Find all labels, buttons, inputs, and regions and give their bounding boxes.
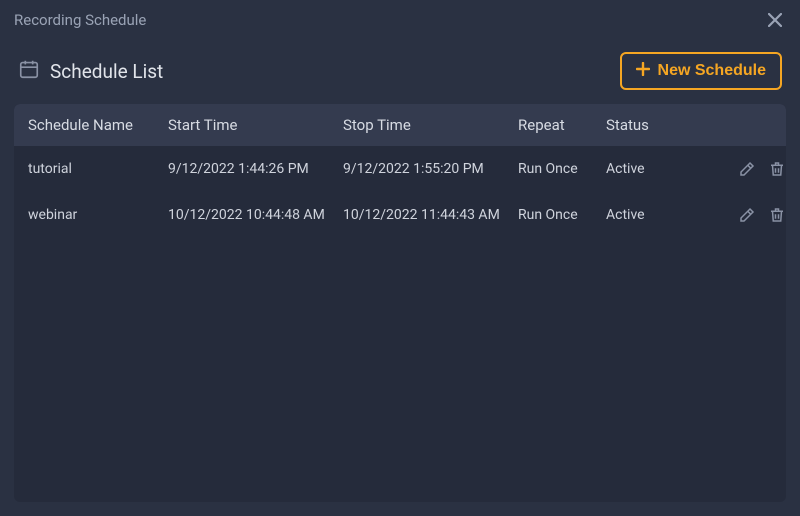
toolbar: Schedule List New Schedule — [14, 46, 786, 104]
section-title: Schedule List — [50, 60, 163, 83]
cell-stop: 9/12/2022 1:55:20 PM — [343, 161, 518, 177]
schedule-table: Schedule Name Start Time Stop Time Repea… — [14, 104, 786, 502]
toolbar-left: Schedule List — [18, 58, 163, 84]
window-title: Recording Schedule — [14, 11, 146, 29]
plus-icon — [636, 62, 650, 80]
trash-icon — [768, 160, 786, 178]
new-schedule-label: New Schedule — [658, 62, 766, 80]
col-header-actions — [686, 116, 786, 134]
cell-repeat: Run Once — [518, 161, 606, 177]
cell-status: Active — [606, 207, 686, 223]
cell-name: tutorial — [28, 161, 168, 177]
table-row: webinar 10/12/2022 10:44:48 AM 10/12/202… — [14, 192, 786, 238]
cell-actions — [686, 160, 786, 178]
edit-button[interactable] — [738, 206, 756, 224]
cell-stop: 10/12/2022 11:44:43 AM — [343, 207, 518, 223]
cell-start: 10/12/2022 10:44:48 AM — [168, 207, 343, 223]
edit-icon — [738, 160, 756, 178]
close-icon — [768, 13, 782, 27]
close-button[interactable] — [764, 8, 786, 32]
trash-icon — [768, 206, 786, 224]
new-schedule-button[interactable]: New Schedule — [620, 52, 782, 90]
table-row: tutorial 9/12/2022 1:44:26 PM 9/12/2022 … — [14, 146, 786, 192]
col-header-name: Schedule Name — [28, 116, 168, 134]
delete-button[interactable] — [768, 206, 786, 224]
content-area: Schedule List New Schedule Schedule Name… — [0, 42, 800, 516]
cell-actions — [686, 206, 786, 224]
cell-repeat: Run Once — [518, 207, 606, 223]
col-header-status: Status — [606, 116, 686, 134]
table-header-row: Schedule Name Start Time Stop Time Repea… — [14, 104, 786, 146]
table-body: tutorial 9/12/2022 1:44:26 PM 9/12/2022 … — [14, 146, 786, 502]
titlebar: Recording Schedule — [0, 0, 800, 42]
col-header-start: Start Time — [168, 116, 343, 134]
col-header-stop: Stop Time — [343, 116, 518, 134]
recording-schedule-window: Recording Schedule Schedule List — [0, 0, 800, 516]
cell-start: 9/12/2022 1:44:26 PM — [168, 161, 343, 177]
col-header-repeat: Repeat — [518, 116, 606, 134]
delete-button[interactable] — [768, 160, 786, 178]
edit-icon — [738, 206, 756, 224]
calendar-icon — [18, 58, 40, 84]
edit-button[interactable] — [738, 160, 756, 178]
cell-status: Active — [606, 161, 686, 177]
cell-name: webinar — [28, 207, 168, 223]
